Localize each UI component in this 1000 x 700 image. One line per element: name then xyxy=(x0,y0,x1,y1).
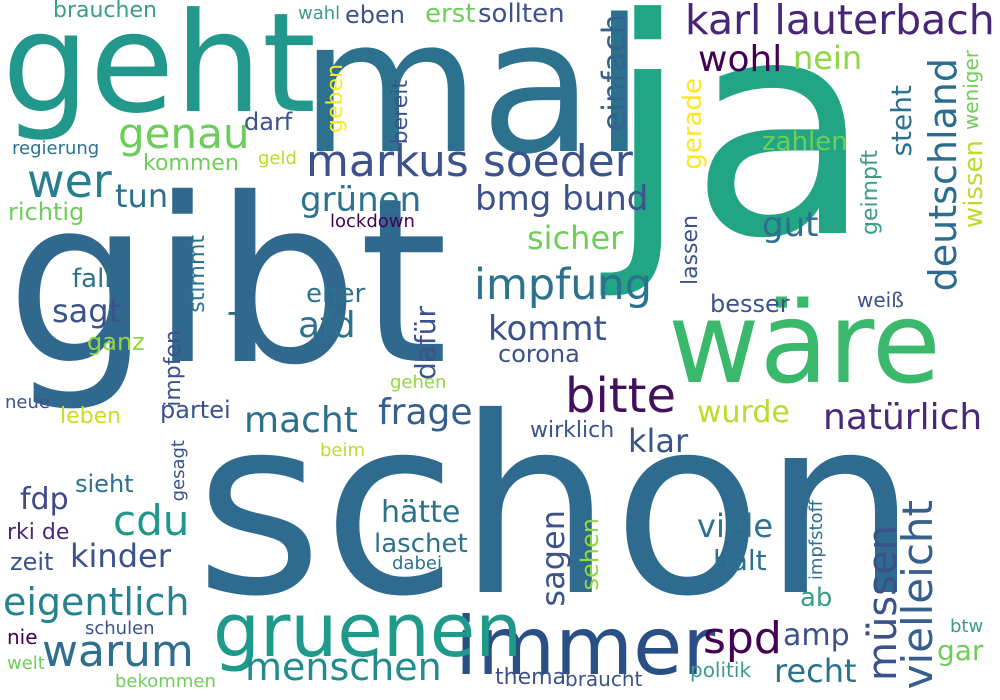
word-lassen: lassen xyxy=(678,215,703,285)
word-wurde: wurde xyxy=(697,395,790,430)
word-cdu: cdu xyxy=(113,496,190,545)
word-bitte: bitte xyxy=(565,368,676,424)
word-viele: viele xyxy=(697,507,774,545)
word-impfstoff: impfstoff xyxy=(806,500,827,581)
word-wirklich: wirklich xyxy=(530,418,615,443)
word-dabei: dabei xyxy=(392,553,442,574)
word-wissen: wissen xyxy=(959,140,989,229)
word-gehen: gehen xyxy=(390,372,447,393)
word-frage: frage xyxy=(378,392,473,433)
word-eher: eher xyxy=(306,279,366,309)
word-ganz: ganz xyxy=(87,328,145,356)
word-klar: klar xyxy=(628,422,689,460)
word-regierung: regierung xyxy=(12,138,100,159)
word-corona: corona xyxy=(498,340,580,368)
word-gar: gar xyxy=(937,634,984,667)
word-genau: genau xyxy=(118,109,250,158)
word-gut: gut xyxy=(762,205,819,245)
word-wohl: wohl xyxy=(698,39,783,80)
word-recht: recht xyxy=(774,652,857,690)
word-bekommen: bekommen xyxy=(115,671,216,692)
word-geimpft: geimpft xyxy=(858,150,883,235)
word-welt: welt xyxy=(7,653,45,674)
word-sollten: sollten xyxy=(478,0,565,29)
word-markus-soeder: markus soeder xyxy=(306,136,633,187)
word-einfach: einfach xyxy=(595,14,633,132)
word-cdu-csu: cdu csu xyxy=(223,224,261,347)
word-dafuer: dafür xyxy=(409,306,442,381)
word-thema: thema xyxy=(495,665,567,690)
word-haette: hätte xyxy=(381,495,461,530)
word-besser: besser xyxy=(710,290,790,318)
word-sehen: sehen xyxy=(576,518,604,591)
word-braucht: braucht xyxy=(565,667,643,691)
word-eben: eben xyxy=(345,1,405,29)
word-zahlen: zahlen xyxy=(762,127,848,157)
word-geben: geben xyxy=(323,64,348,133)
word-zeit: zeit xyxy=(10,548,54,576)
word-nein: nein xyxy=(793,39,863,77)
word-richtig: richtig xyxy=(8,198,85,226)
word-deutschland: deutschland xyxy=(921,58,965,292)
word-tun: tun xyxy=(115,177,169,215)
word-afd: afd xyxy=(298,305,356,346)
word-halt: halt xyxy=(713,544,767,577)
word-bmg-bund: bmg bund xyxy=(475,179,649,219)
word-schulen: schulen xyxy=(85,618,155,639)
word-gesagt: gesagt xyxy=(168,440,189,502)
word-sicher: sicher xyxy=(527,219,624,257)
word-sieht: sieht xyxy=(75,470,134,498)
word-macht: macht xyxy=(244,400,358,441)
word-impfung: impfung xyxy=(474,260,653,310)
word-beim: beim xyxy=(320,440,366,461)
word-wahl: wahl xyxy=(298,3,341,24)
word-fall: fall xyxy=(72,264,112,294)
word-amp: amp xyxy=(783,618,850,653)
word-brauchen: brauchen xyxy=(53,0,157,23)
word-partei: partei xyxy=(160,396,231,424)
word-lockdown: lockdown xyxy=(330,211,415,232)
word-erst: erst xyxy=(425,0,476,29)
word-spd: spd xyxy=(703,613,782,664)
word-cloud: schon gibt ja mal geht wäre immer gruene… xyxy=(0,0,1000,700)
word-gerade: gerade xyxy=(678,78,708,170)
word-menschen: menschen xyxy=(245,645,442,689)
word-stimmt: stimmt xyxy=(185,235,210,313)
word-eigentlich: eigentlich xyxy=(3,580,190,624)
word-ab: ab xyxy=(800,583,833,613)
word-nie: nie xyxy=(7,625,38,649)
word-leben: leben xyxy=(60,404,122,429)
word-kommen: kommen xyxy=(143,151,239,176)
word-steht: steht xyxy=(885,85,918,157)
word-weniger: weniger xyxy=(959,50,983,131)
word-bereit: bereit xyxy=(388,80,413,145)
word-rki-de: rki de xyxy=(7,520,70,545)
word-sagt: sagt xyxy=(52,292,122,330)
word-darf: darf xyxy=(244,108,293,136)
word-vielleicht: vielleicht xyxy=(893,500,942,690)
word-geld: geld xyxy=(258,148,297,169)
word-kinder: kinder xyxy=(70,537,171,575)
word-sagen: sagen xyxy=(534,510,572,607)
word-btw: btw xyxy=(950,616,984,637)
word-fdp: fdp xyxy=(20,482,69,517)
word-neue: neue xyxy=(5,392,50,413)
word-weiss: weiß xyxy=(857,288,904,312)
word-politik: politik xyxy=(690,658,752,682)
word-karl-lauterbach: karl lauterbach xyxy=(685,0,995,44)
word-natuerlich: natürlich xyxy=(823,397,983,438)
